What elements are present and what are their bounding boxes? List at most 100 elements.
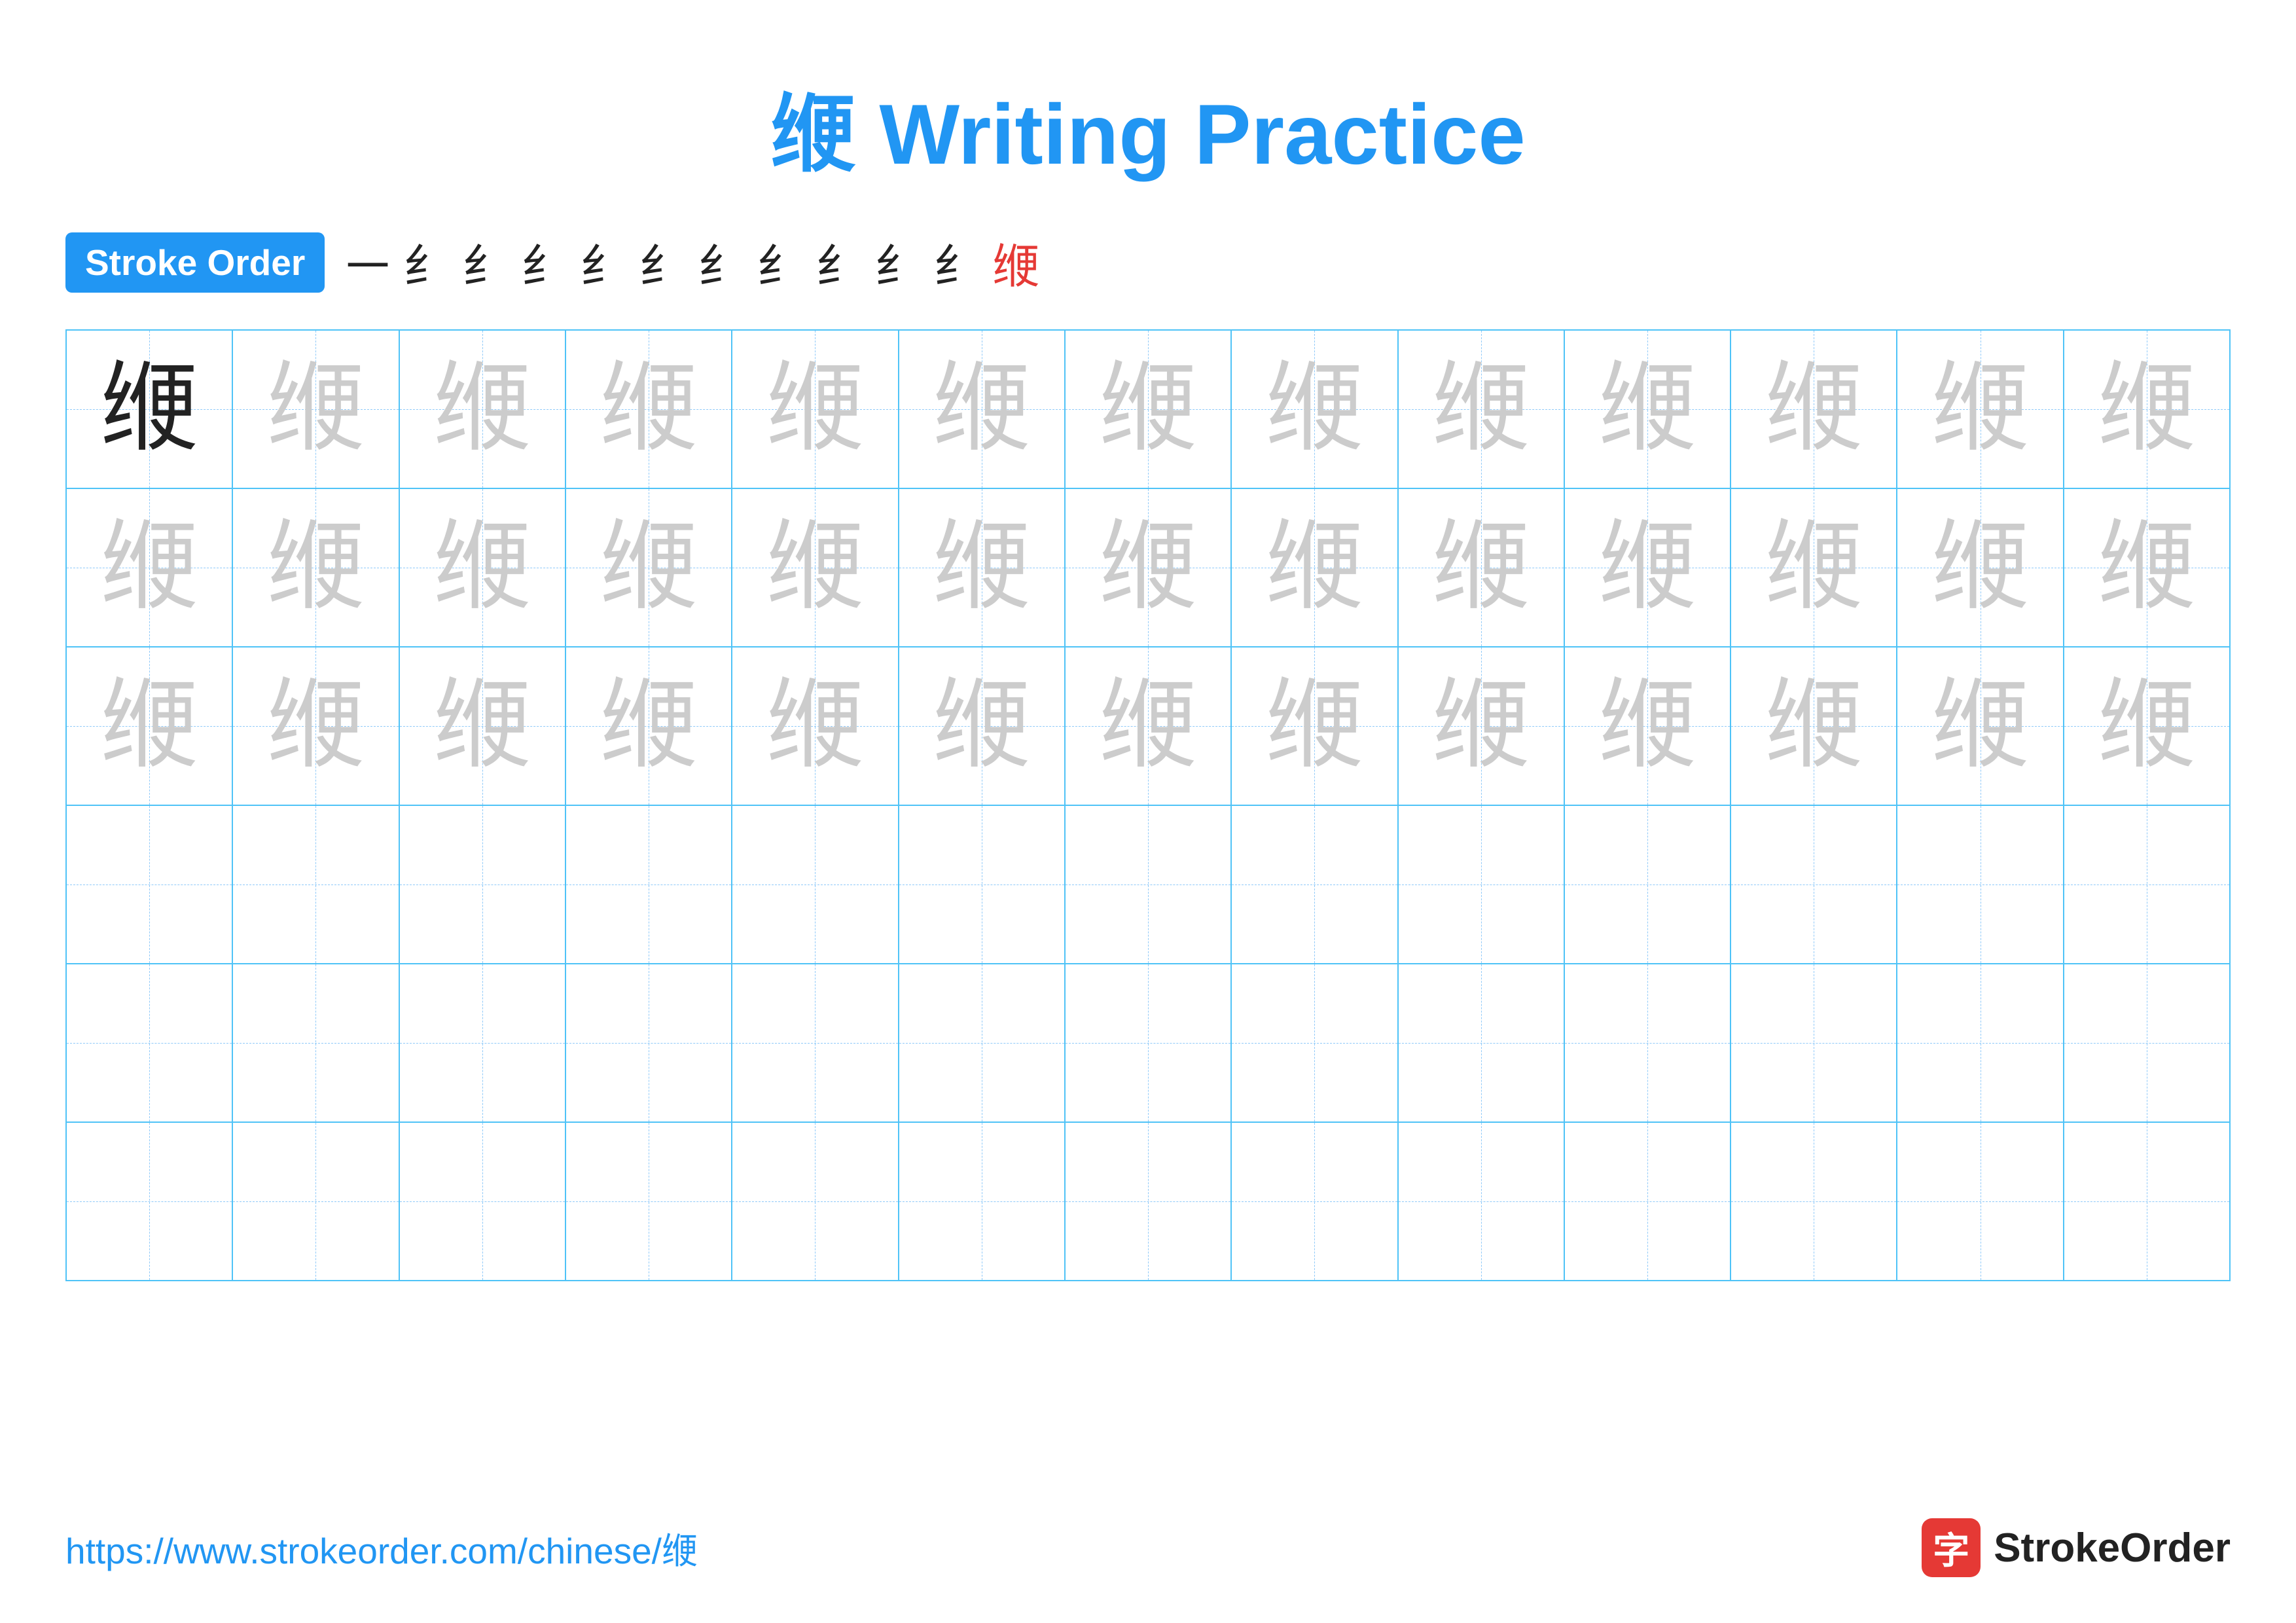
grid-cell-1-1[interactable]: 缏 [233,489,399,646]
grid-cell-0-0[interactable]: 缏 [67,331,233,488]
grid-cell-0-1[interactable]: 缏 [233,331,399,488]
cell-char-0-0: 缏 [100,360,198,458]
grid-cell-4-0[interactable] [67,964,233,1122]
grid-cell-3-8[interactable] [1399,806,1565,963]
grid-cell-4-11[interactable] [1897,964,2064,1122]
footer-logo-text: StrokeOrder [1994,1525,2231,1571]
cell-char-2-2: 缏 [433,677,531,775]
grid-cell-3-5[interactable] [899,806,1066,963]
grid-cell-2-1[interactable]: 缏 [233,647,399,805]
grid-cell-4-4[interactable] [732,964,899,1122]
grid-cell-5-4[interactable] [732,1123,899,1280]
cell-char-1-3: 缏 [600,519,698,617]
grid-cell-1-5[interactable]: 缏 [899,489,1066,646]
grid-cell-5-6[interactable] [1066,1123,1232,1280]
grid-cell-5-3[interactable] [566,1123,732,1280]
grid-cell-0-5[interactable]: 缏 [899,331,1066,488]
grid-cell-3-6[interactable] [1066,806,1232,963]
grid-cell-3-9[interactable] [1565,806,1731,963]
grid-cell-5-8[interactable] [1399,1123,1565,1280]
grid-cell-5-9[interactable] [1565,1123,1731,1280]
grid-cell-5-2[interactable] [400,1123,566,1280]
grid-cell-2-0[interactable]: 缏 [67,647,233,805]
grid-cell-5-0[interactable] [67,1123,233,1280]
grid-cell-2-3[interactable]: 缏 [566,647,732,805]
grid-cell-0-11[interactable]: 缏 [1897,331,2064,488]
grid-cell-1-2[interactable]: 缏 [400,489,566,646]
cell-char-1-2: 缏 [433,519,531,617]
stroke-step-11: 缏 [992,228,1039,297]
grid-cell-2-12[interactable]: 缏 [2064,647,2229,805]
grid-cell-3-3[interactable] [566,806,732,963]
grid-row-1: 缏缏缏缏缏缏缏缏缏缏缏缏缏 [67,489,2229,647]
grid-cell-2-11[interactable]: 缏 [1897,647,2064,805]
grid-cell-2-10[interactable]: 缏 [1731,647,1897,805]
grid-cell-4-2[interactable] [400,964,566,1122]
grid-cell-1-3[interactable]: 缏 [566,489,732,646]
grid-cell-0-12[interactable]: 缏 [2064,331,2229,488]
grid-cell-2-7[interactable]: 缏 [1232,647,1398,805]
cell-char-0-3: 缏 [600,360,698,458]
grid-cell-3-12[interactable] [2064,806,2229,963]
cell-char-1-11: 缏 [1931,519,2030,617]
grid-cell-2-6[interactable]: 缏 [1066,647,1232,805]
grid-cell-2-4[interactable]: 缏 [732,647,899,805]
grid-cell-1-10[interactable]: 缏 [1731,489,1897,646]
grid-cell-2-5[interactable]: 缏 [899,647,1066,805]
grid-cell-4-3[interactable] [566,964,732,1122]
grid-cell-4-1[interactable] [233,964,399,1122]
grid-cell-4-10[interactable] [1731,964,1897,1122]
grid-cell-2-9[interactable]: 缏 [1565,647,1731,805]
grid-cell-3-4[interactable] [732,806,899,963]
grid-cell-5-12[interactable] [2064,1123,2229,1280]
grid-cell-5-1[interactable] [233,1123,399,1280]
grid-cell-2-8[interactable]: 缏 [1399,647,1565,805]
grid-cell-4-8[interactable] [1399,964,1565,1122]
grid-cell-5-5[interactable] [899,1123,1066,1280]
grid-cell-3-2[interactable] [400,806,566,963]
grid-cell-0-8[interactable]: 缏 [1399,331,1565,488]
grid-cell-1-0[interactable]: 缏 [67,489,233,646]
grid-cell-0-9[interactable]: 缏 [1565,331,1731,488]
grid-cell-3-1[interactable] [233,806,399,963]
cell-char-0-6: 缏 [1099,360,1197,458]
grid-cell-5-10[interactable] [1731,1123,1897,1280]
grid-cell-2-2[interactable]: 缏 [400,647,566,805]
page: 缏 Writing Practice Stroke Order ㇐纟纟纟纟纟纟纟… [0,0,2296,1623]
stroke-step-5: 纟 [639,228,686,297]
grid-cell-5-7[interactable] [1232,1123,1398,1280]
cell-char-1-9: 缏 [1598,519,1696,617]
grid-cell-1-12[interactable]: 缏 [2064,489,2229,646]
grid-cell-4-5[interactable] [899,964,1066,1122]
footer-url: https://www.strokeorder.com/chinese/缏 [65,1522,698,1574]
cell-char-2-5: 缏 [933,677,1031,775]
grid-cell-1-7[interactable]: 缏 [1232,489,1398,646]
grid-row-2: 缏缏缏缏缏缏缏缏缏缏缏缏缏 [67,647,2229,806]
grid-cell-4-9[interactable] [1565,964,1731,1122]
grid-cell-4-7[interactable] [1232,964,1398,1122]
grid-cell-0-6[interactable]: 缏 [1066,331,1232,488]
grid-cell-5-11[interactable] [1897,1123,2064,1280]
cell-char-1-0: 缏 [100,519,198,617]
grid-cell-1-11[interactable]: 缏 [1897,489,2064,646]
grid-cell-0-3[interactable]: 缏 [566,331,732,488]
grid-cell-0-10[interactable]: 缏 [1731,331,1897,488]
grid-cell-0-2[interactable]: 缏 [400,331,566,488]
cell-char-2-10: 缏 [1765,677,1863,775]
grid-cell-3-11[interactable] [1897,806,2064,963]
grid-cell-1-6[interactable]: 缏 [1066,489,1232,646]
grid-cell-3-10[interactable] [1731,806,1897,963]
grid-cell-0-7[interactable]: 缏 [1232,331,1398,488]
grid-cell-4-12[interactable] [2064,964,2229,1122]
grid-cell-0-4[interactable]: 缏 [732,331,899,488]
grid-cell-1-4[interactable]: 缏 [732,489,899,646]
grid-cell-3-0[interactable] [67,806,233,963]
page-title: 缏 Writing Practice [770,65,1525,189]
grid-cell-3-7[interactable] [1232,806,1398,963]
grid-cell-4-6[interactable] [1066,964,1232,1122]
stroke-step-7: 纟 [757,228,804,297]
grid-cell-1-9[interactable]: 缏 [1565,489,1731,646]
stroke-step-4: 纟 [580,228,627,297]
grid-cell-1-8[interactable]: 缏 [1399,489,1565,646]
cell-char-0-1: 缏 [266,360,365,458]
